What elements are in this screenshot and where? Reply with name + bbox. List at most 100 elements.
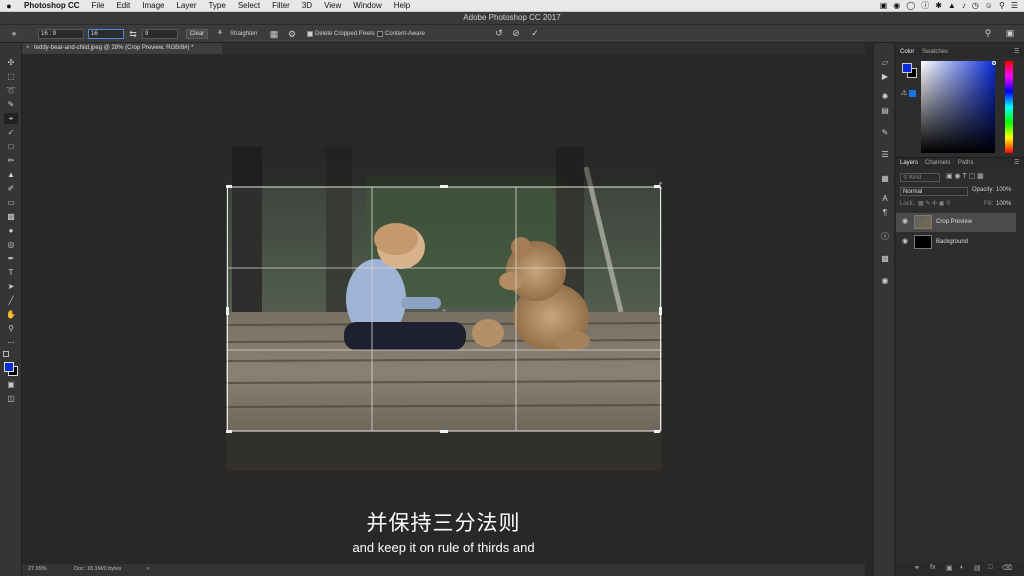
mask-icon[interactable]: ▣ [946, 564, 953, 572]
character-icon[interactable]: A [879, 193, 891, 204]
crop-handle[interactable] [440, 185, 448, 188]
new-group-icon[interactable]: ▤ [974, 564, 981, 572]
tab-color[interactable]: Color [900, 47, 914, 58]
workspace-icon[interactable]: ▣ [1004, 28, 1016, 38]
tab-layers[interactable]: Layers [900, 158, 918, 169]
clock-icon[interactable]: ◷ [972, 1, 979, 10]
crop-handle[interactable] [226, 185, 232, 188]
layer-row[interactable]: ◉ Background [896, 233, 1016, 252]
menu-3d[interactable]: 3D [296, 1, 318, 10]
layer-row[interactable]: ◉ Crop Preview [896, 213, 1016, 232]
3d-icon[interactable]: ◉ [879, 275, 891, 286]
menu-app[interactable]: Photoshop CC [18, 1, 86, 10]
overlay-grid-icon[interactable]: ▦ [268, 29, 280, 39]
cancel-icon[interactable]: ⊘ [510, 28, 522, 38]
actions-play-icon[interactable]: ▶ [879, 71, 891, 82]
document-tab[interactable]: × teddy-bear-and-child.jpeg @ 28% (Crop … [22, 43, 222, 54]
opacity-value[interactable]: 100% [996, 186, 1011, 195]
crop-handle[interactable] [440, 430, 448, 433]
zoom-level[interactable]: 27.99% [28, 566, 47, 572]
blur-tool-icon[interactable]: ● [4, 225, 18, 236]
fx-icon[interactable]: fx [930, 564, 935, 571]
menu-filter[interactable]: Filter [266, 1, 296, 10]
tab-channels[interactable]: Channels [925, 158, 950, 169]
hand-tool-icon[interactable]: ✋ [4, 309, 18, 320]
menu-type[interactable]: Type [202, 1, 231, 10]
foreground-color-swatch[interactable] [4, 362, 14, 372]
content-aware-checkbox[interactable] [377, 31, 383, 37]
delete-cropped-checkbox[interactable] [307, 31, 313, 37]
height-field[interactable]: 9 [142, 29, 178, 39]
menu-layer[interactable]: Layer [170, 1, 202, 10]
crop-handle[interactable] [226, 307, 229, 315]
menu-view[interactable]: View [318, 1, 347, 10]
line-tool-icon[interactable]: ╱ [4, 295, 18, 306]
fill-value[interactable]: 100% [996, 200, 1011, 209]
web-color-swatch[interactable] [909, 90, 916, 97]
crop-handle[interactable] [226, 430, 232, 433]
volume-icon[interactable]: ♪ [962, 1, 966, 10]
color-picker-cursor[interactable] [992, 61, 996, 65]
history-icon[interactable]: ▱ [879, 57, 891, 68]
menu-select[interactable]: Select [232, 1, 266, 10]
type-tool-icon[interactable]: T [4, 267, 18, 278]
libraries-icon[interactable]: ▤ [879, 105, 891, 116]
swap-icon[interactable]: ⇆ [128, 29, 138, 39]
search-icon[interactable]: ⚲ [999, 1, 1005, 10]
apple-icon[interactable]: ● [0, 1, 18, 11]
hue-slider[interactable] [1005, 61, 1013, 153]
default-colors-icon[interactable] [3, 351, 9, 357]
stamp-tool-icon[interactable]: ▲ [4, 169, 18, 180]
quick-select-tool-icon[interactable]: ✎ [4, 99, 18, 110]
healing-tool-icon[interactable]: □ [4, 141, 18, 152]
quick-mask-icon[interactable]: ▣ [4, 379, 18, 390]
status-menu-arrow[interactable]: > [146, 566, 149, 572]
close-icon[interactable]: × [26, 43, 30, 54]
eraser-tool-icon[interactable]: ▭ [4, 197, 18, 208]
clear-button[interactable]: Clear [186, 29, 208, 39]
gamut-warning-icon[interactable]: ⚠ [901, 89, 907, 97]
history-brush-tool-icon[interactable]: ✐ [4, 183, 18, 194]
info-icon[interactable]: ⓘ [921, 0, 929, 11]
brush-tool-icon[interactable]: ✏ [4, 155, 18, 166]
camera-icon[interactable]: ◉ [893, 1, 900, 10]
dodge-tool-icon[interactable]: ◎ [4, 239, 18, 250]
crop-tool-icon[interactable]: ⌖ [8, 29, 20, 39]
eyedropper-tool-icon[interactable]: ✓ [4, 127, 18, 138]
straighten-icon[interactable]: ⚘ [214, 29, 226, 39]
reset-icon[interactable]: ↺ [493, 28, 505, 38]
adjustment-layer-icon[interactable]: ◐ [960, 564, 964, 571]
layer-filter-kind[interactable]: ⚲ Kind [900, 173, 940, 182]
layer-filter-icons[interactable]: ▣ ◉ T ▢ ▦ [946, 172, 984, 180]
settings-gear-icon[interactable]: ⚙ [286, 29, 298, 39]
eye-icon[interactable]: ◉ [902, 237, 908, 245]
menu-icon[interactable]: ☰ [1011, 1, 1018, 10]
crop-handle[interactable] [654, 430, 660, 433]
menu-edit[interactable]: Edit [110, 1, 136, 10]
eye-icon[interactable]: ◉ [902, 217, 908, 225]
crop-tool-icon[interactable]: ⌖ [4, 113, 18, 124]
crop-handle[interactable] [659, 307, 662, 315]
lock-icons[interactable]: ▦ ✎ ✣ ▣ ⚲ [918, 200, 950, 207]
color-picker-field[interactable] [921, 61, 995, 153]
zoom-tool-icon[interactable]: ⚲ [4, 323, 18, 334]
gradient-tool-icon[interactable]: ▩ [4, 211, 18, 222]
sync-icon[interactable]: ◯ [906, 1, 915, 10]
trash-icon[interactable]: ⌫ [1002, 564, 1012, 572]
crop-handle[interactable] [654, 185, 660, 188]
properties-icon[interactable]: ☰ [879, 149, 891, 160]
lasso-tool-icon[interactable]: ➰ [4, 85, 18, 96]
link-layers-icon[interactable]: ⚭ [914, 564, 920, 572]
color-foreground-swatch[interactable] [902, 63, 912, 73]
user-icon[interactable]: ☺ [985, 1, 993, 10]
navigator-icon[interactable]: ▩ [879, 253, 891, 264]
marquee-tool-icon[interactable]: ⬚ [4, 71, 18, 82]
screen-mode-icon[interactable]: ◫ [4, 393, 18, 404]
commit-check-icon[interactable]: ✓ [529, 28, 541, 38]
menu-file[interactable]: File [86, 1, 111, 10]
path-select-tool-icon[interactable]: ➤ [4, 281, 18, 292]
blend-mode-select[interactable]: Normal [900, 187, 968, 196]
width-field[interactable]: 16 [88, 29, 124, 39]
menu-image[interactable]: Image [136, 1, 170, 10]
ratio-select[interactable]: 16 : 9 [38, 29, 84, 39]
